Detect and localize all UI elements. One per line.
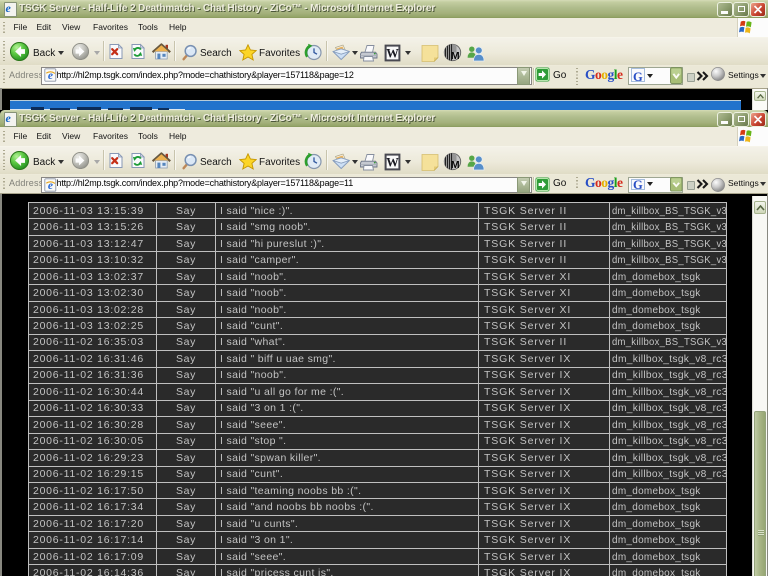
svg-text:M: M [451,158,460,170]
svg-text:M: M [451,49,460,61]
svg-text:W: W [386,46,399,60]
svg-text:W: W [386,155,399,169]
